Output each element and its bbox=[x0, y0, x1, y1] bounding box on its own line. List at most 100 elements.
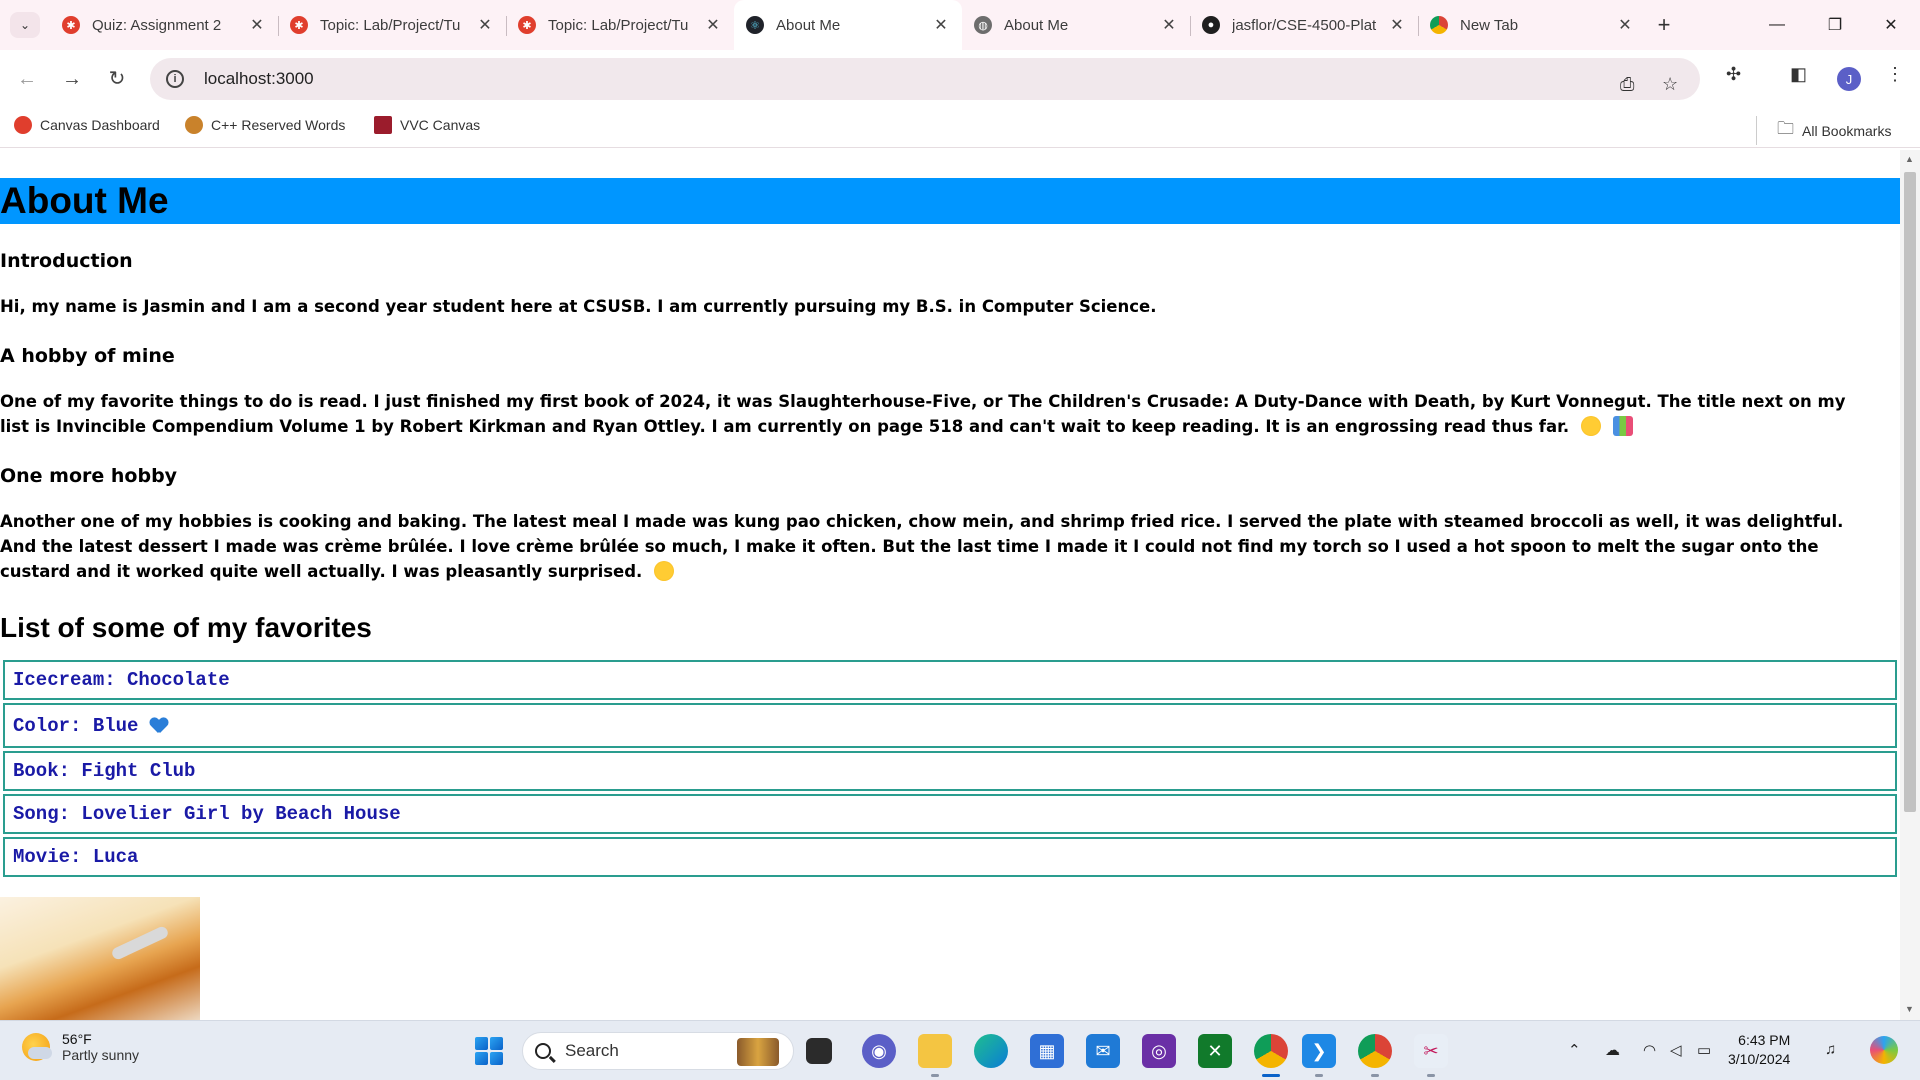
onedrive-icon[interactable]: ☁ bbox=[1605, 1041, 1620, 1059]
browser-toolbar: ← → ↻ i localhost:3000 ⎙ ☆ bbox=[0, 50, 1920, 108]
url-text[interactable]: localhost:3000 bbox=[204, 69, 314, 89]
tab-github[interactable]: ● jasflor/CSE-4500-Plat ✕ bbox=[1190, 0, 1418, 50]
notification-bell-icon[interactable]: ♫ bbox=[1825, 1041, 1836, 1058]
intro-text: Hi, my name is Jasmin and I am a second … bbox=[0, 297, 1157, 316]
cpp-icon bbox=[185, 116, 203, 134]
close-icon[interactable]: ✕ bbox=[1616, 15, 1634, 35]
clock-time: 6:43 PM bbox=[1738, 1032, 1791, 1048]
page-title: About Me bbox=[0, 178, 1900, 224]
tab-title: About Me bbox=[1004, 16, 1069, 34]
task-view-icon[interactable] bbox=[806, 1038, 832, 1064]
tab-title: Quiz: Assignment 2 bbox=[92, 16, 222, 34]
tab-search-button[interactable]: ⌄ bbox=[10, 12, 40, 38]
forward-arrow-icon[interactable]: → bbox=[57, 64, 87, 94]
all-bookmarks-button[interactable]: 🗀 All Bookmarks bbox=[1756, 116, 1891, 145]
windows-start-icon[interactable] bbox=[472, 1034, 506, 1068]
close-icon[interactable]: ✕ bbox=[704, 15, 722, 35]
section-heading: One more hobby bbox=[0, 465, 178, 487]
tab-about-me[interactable]: ◍ About Me ✕ bbox=[962, 0, 1190, 50]
file-explorer-icon[interactable] bbox=[918, 1034, 952, 1068]
tab-about-me-active[interactable]: ⚛ About Me ✕ bbox=[734, 0, 962, 50]
favorites-heading: List of some of my favorites bbox=[0, 612, 372, 643]
page-scrollbar[interactable]: ▲ ▼ bbox=[1900, 150, 1920, 1020]
favorite-text: Movie: Luca bbox=[13, 846, 139, 868]
list-item: Book: Fight Club bbox=[3, 751, 1897, 791]
weather-widget[interactable]: 56°F Partly sunny bbox=[22, 1031, 139, 1063]
favorite-text: Icecream: Chocolate bbox=[13, 669, 230, 691]
chevron-up-icon[interactable]: ⌃ bbox=[1568, 1041, 1581, 1059]
copilot-icon[interactable] bbox=[1870, 1036, 1898, 1064]
scroll-up-icon[interactable]: ▲ bbox=[1905, 154, 1914, 164]
search-highlight-image bbox=[737, 1038, 779, 1066]
list-item: Movie: Luca bbox=[3, 837, 1897, 877]
bookmark-label: VVC Canvas bbox=[400, 117, 481, 133]
close-icon[interactable]: ✕ bbox=[932, 15, 950, 35]
close-icon[interactable]: ✕ bbox=[1388, 15, 1406, 35]
tab-quiz[interactable]: ✱ Quiz: Assignment 2 ✕ bbox=[50, 0, 278, 50]
bookmark-label: C++ Reserved Words bbox=[211, 117, 346, 133]
close-icon[interactable]: ✕ bbox=[476, 15, 494, 35]
tab-title: Topic: Lab/Project/Tu bbox=[320, 16, 461, 34]
bookmark-star-icon[interactable]: ☆ bbox=[1662, 74, 1678, 95]
bookmark-label: Canvas Dashboard bbox=[40, 117, 160, 133]
list-item: Song: Lovelier Girl by Beach House bbox=[3, 794, 1897, 834]
window-close-button[interactable]: ✕ bbox=[1862, 0, 1920, 50]
vscode-icon[interactable]: ❯ bbox=[1302, 1034, 1336, 1068]
extensions-icon[interactable]: ✣ bbox=[1726, 64, 1741, 85]
tab-topic-1[interactable]: ✱ Topic: Lab/Project/Tu ✕ bbox=[278, 0, 506, 50]
address-bar[interactable]: i localhost:3000 ⎙ ☆ bbox=[150, 58, 1700, 100]
tab-title: New Tab bbox=[1460, 16, 1519, 34]
scrollbar-thumb[interactable] bbox=[1904, 172, 1916, 812]
weather-temperature: 56°F bbox=[62, 1031, 92, 1047]
install-app-icon[interactable]: ⎙ bbox=[1620, 74, 1634, 95]
system-clock[interactable]: 6:43 PM 3/10/2024 bbox=[1728, 1031, 1790, 1069]
teams-icon[interactable]: ◉ bbox=[862, 1034, 896, 1068]
battery-icon[interactable]: ▭ bbox=[1697, 1041, 1711, 1059]
store-icon[interactable]: ▦ bbox=[1030, 1034, 1064, 1068]
bookmark-cpp-reserved-words[interactable]: C++ Reserved Words bbox=[185, 116, 345, 134]
new-tab-button[interactable]: + bbox=[1650, 12, 1678, 38]
close-icon[interactable]: ✕ bbox=[248, 15, 266, 35]
wifi-icon[interactable]: ◠ bbox=[1643, 1041, 1656, 1059]
bookmark-canvas-dashboard[interactable]: Canvas Dashboard bbox=[14, 116, 160, 134]
partly-sunny-icon bbox=[22, 1033, 52, 1061]
taskbar: 56°F Partly sunny Search ◉ ▦ ✉ ◎ ✕ ❯ ✂ ⌃… bbox=[0, 1020, 1920, 1080]
list-item: Icecream: Chocolate bbox=[3, 660, 1897, 700]
tab-topic-2[interactable]: ✱ Topic: Lab/Project/Tu ✕ bbox=[506, 0, 734, 50]
bookmark-vvc-canvas[interactable]: VVC Canvas bbox=[374, 116, 480, 134]
scroll-down-icon[interactable]: ▼ bbox=[1905, 1004, 1914, 1014]
canvas-icon bbox=[14, 116, 32, 134]
chrome-icon[interactable] bbox=[1358, 1034, 1392, 1068]
mail-icon[interactable]: ✉ bbox=[1086, 1034, 1120, 1068]
favorite-text: Song: Lovelier Girl by Beach House bbox=[13, 803, 401, 825]
canvas-icon: ✱ bbox=[518, 16, 536, 34]
side-panel-icon[interactable]: ◧ bbox=[1790, 64, 1807, 85]
tab-title: jasflor/CSE-4500-Plat bbox=[1232, 16, 1377, 34]
react-icon: ⚛ bbox=[746, 16, 764, 34]
back-arrow-icon[interactable]: ← bbox=[12, 64, 42, 94]
chrome-icon[interactable] bbox=[1254, 1034, 1288, 1068]
app-icon[interactable]: ◎ bbox=[1142, 1034, 1176, 1068]
edge-icon[interactable] bbox=[974, 1034, 1008, 1068]
section-heading: A hobby of mine bbox=[0, 345, 175, 367]
profile-avatar[interactable]: J bbox=[1837, 67, 1861, 91]
snipping-tool-icon[interactable]: ✂ bbox=[1414, 1034, 1448, 1068]
tab-strip: ⌄ ✱ Quiz: Assignment 2 ✕ ✱ Topic: Lab/Pr… bbox=[0, 0, 1920, 50]
bookmark-label: All Bookmarks bbox=[1802, 122, 1892, 139]
search-placeholder: Search bbox=[565, 1041, 619, 1060]
xbox-icon[interactable]: ✕ bbox=[1198, 1034, 1232, 1068]
volume-icon[interactable]: ◁ bbox=[1670, 1041, 1682, 1059]
site-info-icon[interactable]: i bbox=[166, 70, 184, 88]
favorites-list: Icecream: Chocolate Color: Blue Book: Fi… bbox=[3, 660, 1897, 877]
taskbar-search[interactable]: Search bbox=[522, 1032, 794, 1070]
spoon-shape bbox=[110, 924, 170, 962]
close-icon[interactable]: ✕ bbox=[1160, 15, 1178, 35]
tab-new-tab[interactable]: New Tab ✕ bbox=[1418, 0, 1646, 50]
restore-button[interactable]: ❐ bbox=[1806, 0, 1864, 50]
menu-kebab-icon[interactable]: ⋮ bbox=[1886, 64, 1904, 85]
yum-emoji-icon bbox=[654, 561, 675, 581]
section-text: One of my favorite things to do is read.… bbox=[0, 389, 1900, 439]
minimize-button[interactable]: — bbox=[1748, 0, 1806, 50]
creme-brulee-image bbox=[0, 897, 200, 1020]
reload-icon[interactable]: ↻ bbox=[102, 64, 132, 94]
